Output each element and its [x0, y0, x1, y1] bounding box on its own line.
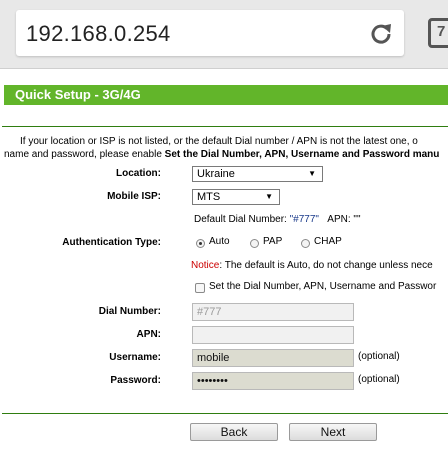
- location-label: Location:: [116, 168, 161, 179]
- auth-auto-radio[interactable]: [196, 239, 205, 248]
- apn-field[interactable]: [192, 326, 354, 344]
- auth-type-label: Authentication Type:: [62, 237, 161, 248]
- next-button[interactable]: Next: [289, 423, 377, 441]
- auth-pap-label: PAP: [263, 236, 283, 247]
- default-apn-label: APN:: [327, 214, 354, 225]
- intro-line-2: name and password, please enable Set the…: [4, 149, 439, 160]
- username-optional-hint: (optional): [358, 351, 400, 362]
- page-title: Quick Setup - 3G/4G: [15, 87, 141, 102]
- default-dial-prefix: Default Dial Number:: [194, 214, 290, 225]
- apn-label: APN:: [136, 329, 161, 340]
- section-header: Quick Setup - 3G/4G: [4, 85, 448, 105]
- location-value: Ukraine: [197, 168, 235, 180]
- address-bar[interactable]: 192.168.0.254: [16, 10, 404, 56]
- reload-icon[interactable]: [368, 21, 394, 47]
- notice-label: Notice: [191, 260, 220, 271]
- default-dial-info: Default Dial Number: "#777" APN: "": [194, 214, 361, 225]
- chevron-down-icon: ▼: [265, 192, 273, 201]
- divider: [2, 126, 448, 127]
- auth-chap-label: CHAP: [314, 236, 342, 247]
- password-label: Password:: [110, 375, 161, 386]
- notice-text: Notice: The default is Auto, do not chan…: [191, 260, 433, 271]
- username-label: Username:: [109, 352, 161, 363]
- divider: [2, 413, 448, 414]
- dial-number-field[interactable]: #777: [192, 303, 354, 321]
- mobile-isp-select[interactable]: MTS ▼: [192, 189, 280, 205]
- back-button[interactable]: Back: [190, 423, 278, 441]
- router-page: Quick Setup - 3G/4G If your location or …: [0, 68, 448, 469]
- chevron-down-icon: ▼: [308, 169, 316, 178]
- mobile-isp-value: MTS: [197, 191, 221, 203]
- auth-auto-label: Auto: [209, 236, 230, 247]
- tabs-switcher-icon[interactable]: 7: [428, 18, 448, 48]
- intro-line-2-text: name and password, please enable: [4, 149, 165, 160]
- intro-text: If your location or ISP is not listed, o…: [4, 135, 448, 161]
- default-apn-value: "": [353, 214, 361, 225]
- intro-line-1: If your location or ISP is not listed, o…: [20, 136, 418, 147]
- username-value: mobile: [197, 352, 230, 364]
- dial-number-placeholder: #777: [197, 306, 222, 318]
- manual-settings-checkbox[interactable]: [195, 283, 205, 293]
- username-field[interactable]: mobile: [192, 349, 354, 367]
- auth-chap-radio[interactable]: [301, 239, 310, 248]
- default-dial-number: "#777": [289, 214, 319, 225]
- dial-number-label: Dial Number:: [98, 306, 161, 317]
- password-optional-hint: (optional): [358, 374, 400, 385]
- location-select[interactable]: Ukraine ▼: [192, 166, 323, 182]
- notice-message: : The default is Auto, do not change unl…: [219, 260, 433, 271]
- url-text[interactable]: 192.168.0.254: [26, 21, 171, 47]
- password-value: ••••••••: [197, 375, 228, 387]
- manual-settings-label: Set the Dial Number, APN, Username and P…: [209, 281, 437, 292]
- auth-pap-radio[interactable]: [250, 239, 259, 248]
- browser-toolbar: 192.168.0.254 7: [0, 0, 448, 68]
- mobile-isp-label: Mobile ISP:: [107, 191, 161, 202]
- intro-line-2-emphasis: Set the Dial Number, APN, Username and P…: [164, 149, 440, 160]
- tab-count: 7: [437, 23, 446, 40]
- password-field[interactable]: ••••••••: [192, 372, 354, 390]
